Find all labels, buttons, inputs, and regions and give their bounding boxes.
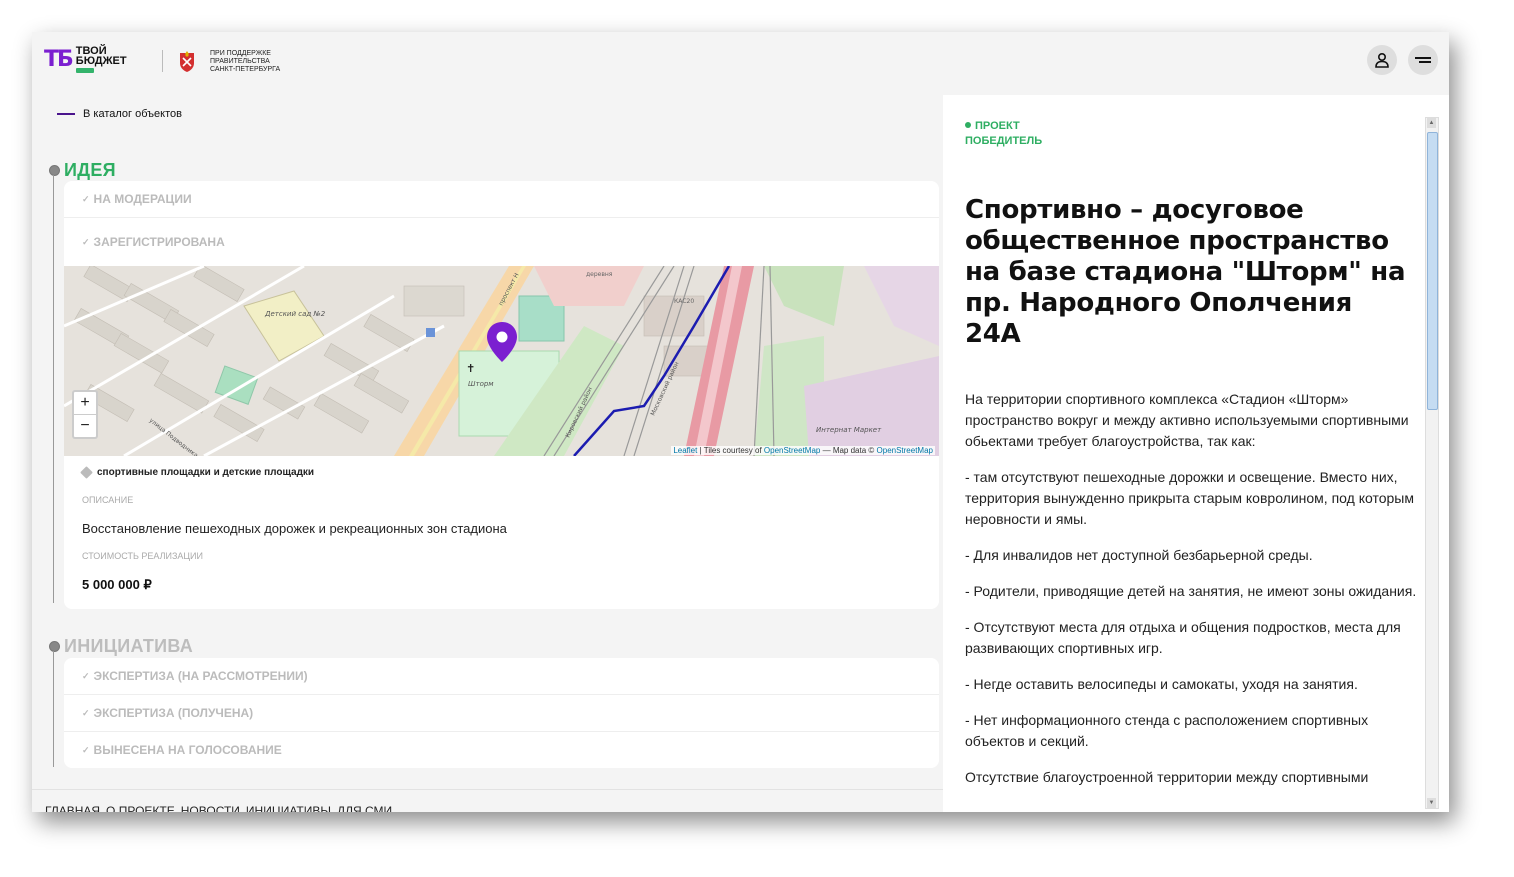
app-window: ТБ ТВОЙ БЮДЖЕТ ПРИ ПОДДЕРЖКЕ ПРАВИТЕЛЬСТ… <box>32 32 1449 812</box>
check-icon: ✓ <box>82 707 90 718</box>
menu-button[interactable] <box>1408 45 1438 75</box>
project-title: Спортивно – досуговое общественное прост… <box>965 195 1406 349</box>
site-header: ТБ ТВОЙ БЮДЖЕТ ПРИ ПОДДЕРЖКЕ ПРАВИТЕЛЬСТ… <box>32 32 1449 92</box>
step-expertise-received: ✓ ЭКСПЕРТИЗА (ПОЛУЧЕНА) <box>64 695 939 732</box>
project-description: На территории спортивного комплекса «Ста… <box>965 389 1420 803</box>
map-label-derevnya: деревня <box>586 271 613 278</box>
tag-icon <box>80 466 93 479</box>
description-text: Восстановление пешеходных дорожек и рекр… <box>82 521 507 536</box>
project-detail-panel: ПРОЕКТ ПОБЕДИТЕЛЬ Спортивно – досуговое … <box>943 95 1449 812</box>
coat-of-arms-icon <box>180 51 194 72</box>
category-label: спортивные площадки и детские площадки <box>97 467 315 478</box>
map-tiles[interactable]: Шторм Детский сад №2 Интернат Маркет КАС… <box>64 266 939 456</box>
project-map[interactable]: Шторм Детский сад №2 Интернат Маркет КАС… <box>64 266 939 456</box>
logo-text: ТВОЙ БЮДЖЕТ <box>75 46 127 73</box>
status-dot-icon <box>965 122 971 128</box>
paragraph: Отсутствие благоустроенной территории ме… <box>965 769 1369 785</box>
step-label: НА МОДЕРАЦИИ <box>93 192 192 206</box>
scroll-down-icon[interactable]: ▼ <box>1427 798 1436 808</box>
paragraph: - там отсутствуют пешеходные дорожки и о… <box>965 469 1414 527</box>
footer-link-media[interactable]: ДЛЯ СМИ <box>337 804 392 812</box>
map-label-storm: Шторм <box>468 380 494 388</box>
footer-link-about[interactable]: О ПРОЕКТЕ <box>106 804 175 812</box>
status-line1: ПРОЕКТ <box>975 120 1020 132</box>
footer-link-initiatives[interactable]: ИНИЦИАТИВЫ <box>246 804 331 812</box>
step-voting: ✓ ВЫНЕСЕНА НА ГОЛОСОВАНИЕ <box>64 732 939 768</box>
stage-idea-line <box>53 175 54 603</box>
category-tag: спортивные площадки и детские площадки <box>80 466 315 479</box>
paragraph: - Негде оставить велосипеды и самокаты, … <box>965 676 1358 692</box>
stage-initiative-line <box>53 651 54 767</box>
idea-card: ✓ НА МОДЕРАЦИИ ✓ ЗАРЕГИСТРИРОВАНА Шторм … <box>64 181 939 609</box>
osm-link-2[interactable]: OpenStreetMap <box>877 446 933 455</box>
zoom-in-button[interactable]: + <box>74 392 96 415</box>
scroll-thumb[interactable] <box>1427 132 1438 410</box>
logo[interactable]: ТБ ТВОЙ БЮДЖЕТ <box>44 46 127 73</box>
step-label: ЭКСПЕРТИЗА (ПОЛУЧЕНА) <box>93 706 254 720</box>
profile-button[interactable] <box>1367 45 1397 75</box>
step-label: ВЫНЕСЕНА НА ГОЛОСОВАНИЕ <box>93 743 282 757</box>
step-moderation: ✓ НА МОДЕРАЦИИ <box>64 181 939 218</box>
step-label: ЭКСПЕРТИЗА (НА РАССМОТРЕНИИ) <box>93 669 308 683</box>
map-label-kindergarten: Детский сад №2 <box>264 310 326 318</box>
description-label: ОПИСАНИЕ <box>82 495 134 505</box>
winner-status: ПРОЕКТ ПОБЕДИТЕЛЬ <box>965 119 1042 149</box>
map-attribution: Leaflet | Tiles courtesy of OpenStreetMa… <box>671 446 935 455</box>
paragraph: - Отсутствуют места для отдыха и общения… <box>965 619 1401 656</box>
support-line2: ПРАВИТЕЛЬСТВА <box>210 58 270 65</box>
cost-label: СТОИМОСТЬ РЕАЛИЗАЦИИ <box>82 551 203 561</box>
support-line1: ПРИ ПОДДЕРЖКЕ <box>210 50 271 57</box>
support-line3: САНКТ-ПЕТЕРБУРГА <box>210 66 281 73</box>
zoom-out-button[interactable]: − <box>74 415 96 437</box>
support-text: ПРИ ПОДДЕРЖКЕ ПРАВИТЕЛЬСТВА САНКТ-ПЕТЕРБ… <box>210 50 280 74</box>
map-label-kas: КАС20 <box>674 298 694 305</box>
header-divider <box>162 50 163 72</box>
map-label-internat: Интернат Маркет <box>816 426 882 434</box>
logo-badge <box>75 68 94 73</box>
cost-value: 5 000 000 ₽ <box>82 577 152 592</box>
step-registered: ✓ ЗАРЕГИСТРИРОВАНА <box>64 218 939 266</box>
svg-text:✝: ✝ <box>466 362 475 375</box>
paragraph: - Нет информационного стенда с расположе… <box>965 712 1369 749</box>
step-label: ЗАРЕГИСТРИРОВАНА <box>93 235 225 249</box>
footer-link-news[interactable]: НОВОСТИ <box>181 804 240 812</box>
stage-idea-title: ИДЕЯ <box>64 160 116 180</box>
paragraph: - Родители, приводящие детей на занятия,… <box>965 583 1417 599</box>
stage-idea-marker <box>49 165 60 176</box>
stage-initiative-marker <box>49 641 60 652</box>
check-icon: ✓ <box>82 670 90 681</box>
scroll-up-icon[interactable]: ▲ <box>1427 118 1436 128</box>
stage-initiative-title: ИНИЦИАТИВА <box>64 636 194 656</box>
step-expertise-review: ✓ ЭКСПЕРТИЗА (НА РАССМОТРЕНИИ) <box>64 658 939 695</box>
back-to-catalog-link[interactable]: В каталог объектов <box>57 108 182 120</box>
footer-nav: ГЛАВНАЯ О ПРОЕКТЕ НОВОСТИ ИНИЦИАТИВЫ ДЛЯ… <box>45 804 392 812</box>
attribution-text2: — Map data © <box>820 446 877 455</box>
initiative-card: ✓ ЭКСПЕРТИЗА (НА РАССМОТРЕНИИ) ✓ ЭКСПЕРТ… <box>64 658 939 768</box>
logo-line2: БЮДЖЕТ <box>75 55 127 67</box>
attribution-text: | Tiles courtesy of <box>697 446 764 455</box>
map-zoom-control: + − <box>72 390 98 439</box>
footer-link-home[interactable]: ГЛАВНАЯ <box>45 804 100 812</box>
back-link-label: В каталог объектов <box>83 108 182 120</box>
paragraph: На территории спортивного комплекса «Ста… <box>965 391 1409 449</box>
check-icon: ✓ <box>82 236 90 247</box>
check-icon: ✓ <box>82 744 90 755</box>
leaflet-link[interactable]: Leaflet <box>673 446 697 455</box>
paragraph: - Для инвалидов нет доступной безбарьерн… <box>965 547 1313 563</box>
check-icon: ✓ <box>82 193 90 204</box>
user-icon <box>1375 52 1389 68</box>
status-line2: ПОБЕДИТЕЛЬ <box>965 135 1043 147</box>
menu-icon <box>1415 57 1431 63</box>
back-line-icon <box>57 113 75 115</box>
osm-link[interactable]: OpenStreetMap <box>764 446 820 455</box>
panel-scrollbar[interactable]: ▲ ▼ <box>1425 117 1439 809</box>
logo-mark: ТБ <box>44 46 74 72</box>
